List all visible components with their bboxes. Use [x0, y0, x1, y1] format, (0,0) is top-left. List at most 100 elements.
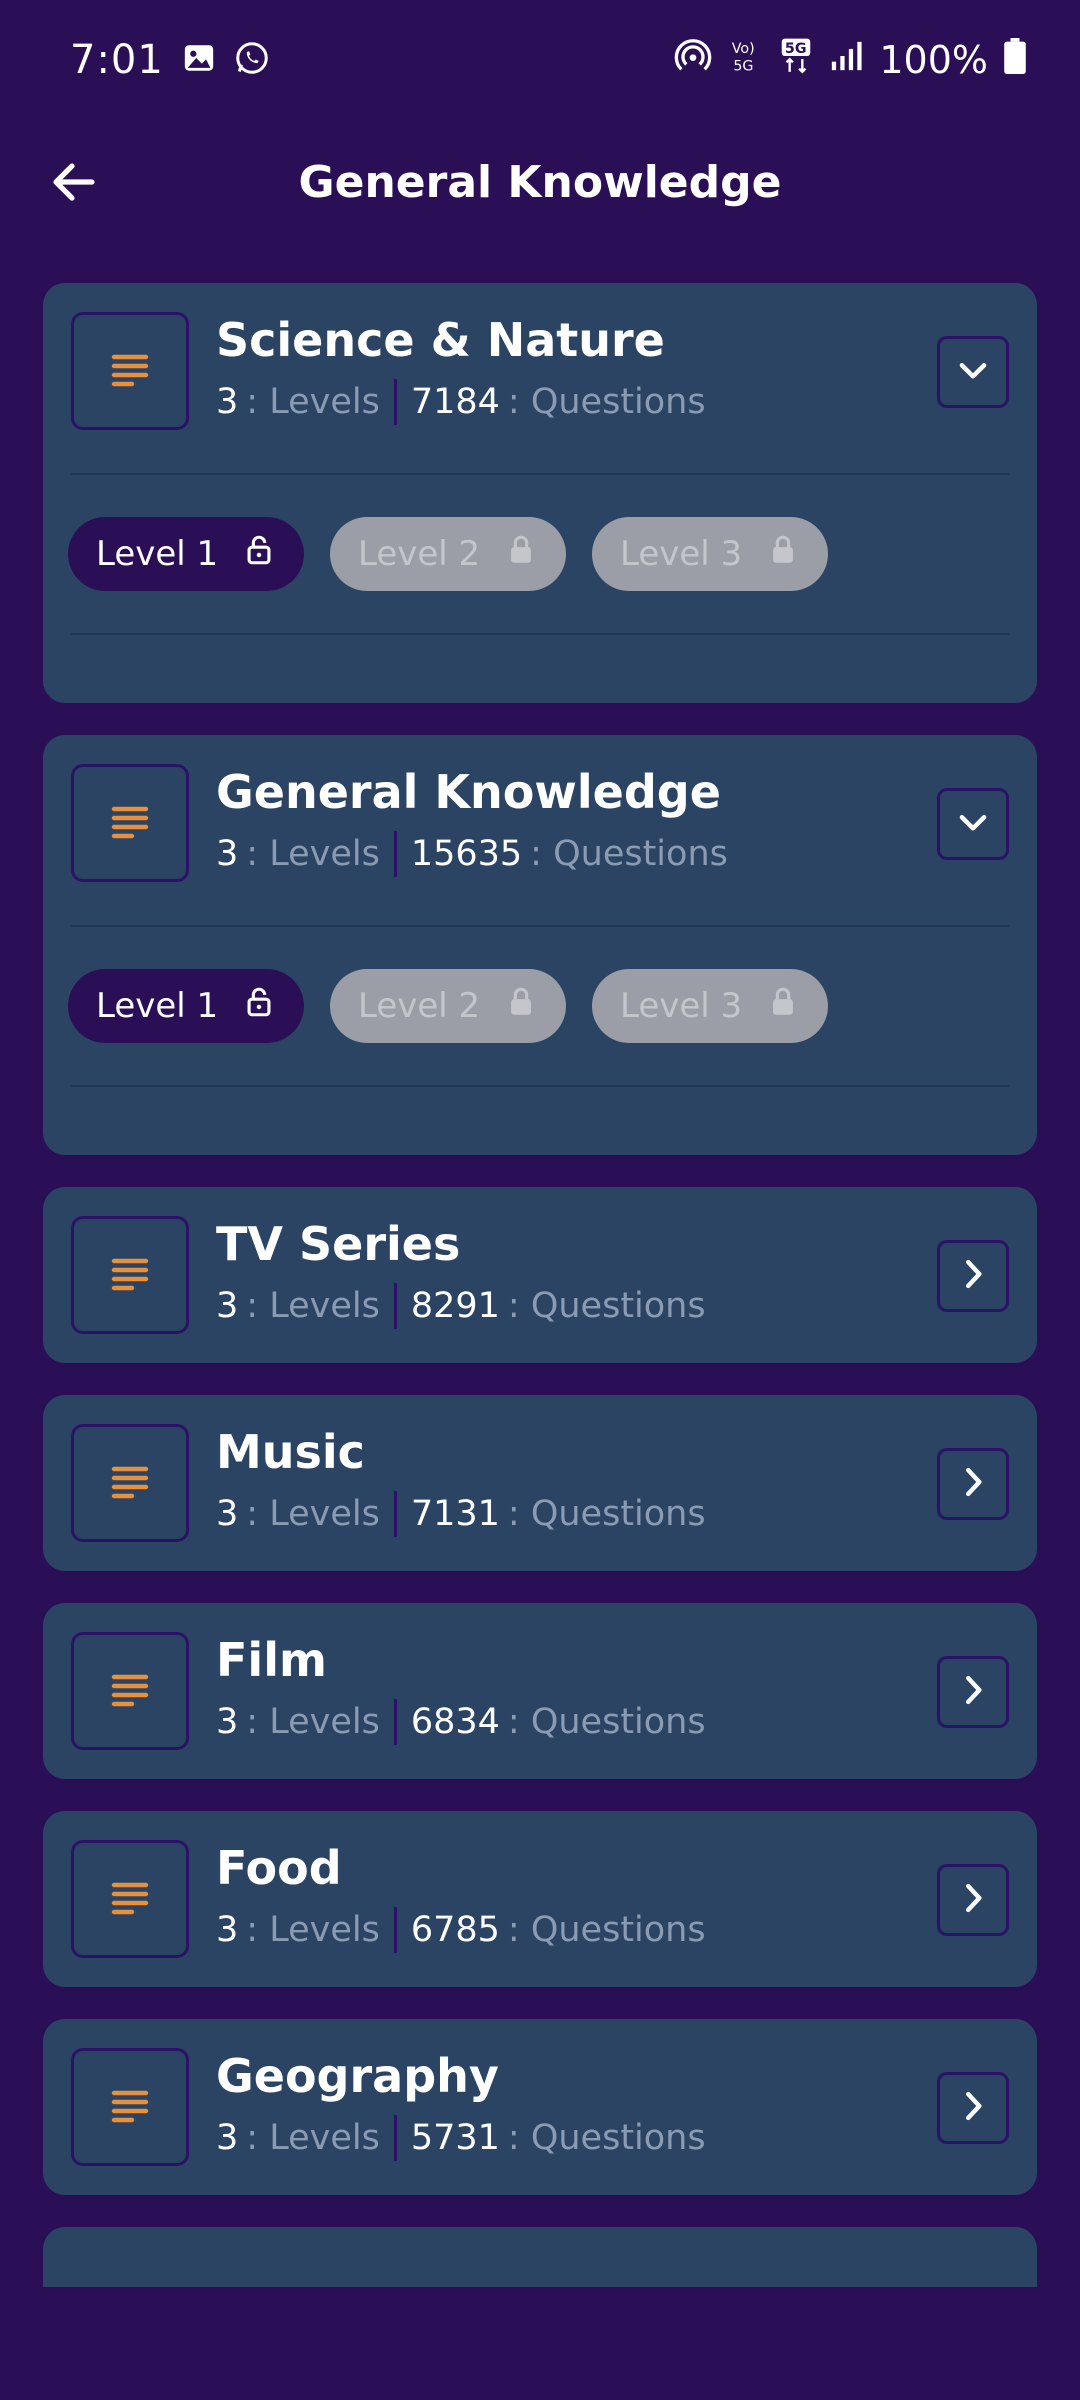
levels-label: : Levels	[246, 1494, 380, 1534]
open-category-button[interactable]	[937, 1448, 1009, 1520]
category-title: TV Series	[216, 1217, 461, 1271]
list-icon	[71, 1632, 189, 1750]
levels-label: : Levels	[246, 2118, 380, 2158]
level-label: Level 3	[620, 986, 743, 1026]
category-card[interactable]: TV Series 3: Levels 8291: Questions	[43, 1187, 1037, 1363]
level-label: Level 1	[96, 534, 219, 574]
list-icon	[71, 312, 189, 430]
chevron-right-icon	[954, 1255, 992, 1297]
category-title: General Knowledge	[216, 765, 721, 819]
category-title: Geography	[216, 2049, 499, 2103]
questions-label: : Questions	[507, 1286, 706, 1326]
open-category-button[interactable]	[937, 1240, 1009, 1312]
meta-separator	[393, 379, 397, 425]
questions-label: : Questions	[507, 2118, 706, 2158]
category-meta: 3: Levels 15635: Questions	[216, 831, 728, 877]
hotspot-icon	[673, 36, 713, 85]
questions-label: : Questions	[530, 834, 728, 874]
divider	[71, 925, 1009, 927]
signal-icon	[829, 38, 863, 82]
open-category-button[interactable]	[937, 1864, 1009, 1936]
chevron-right-icon	[954, 1463, 992, 1505]
category-title: Food	[216, 1841, 342, 1895]
questions-count: 7184	[410, 382, 500, 422]
open-category-button[interactable]	[937, 1656, 1009, 1728]
status-bar: 7:01 Vo) 5G 5G 100%	[0, 0, 1080, 120]
level-label: Level 3	[620, 534, 743, 574]
questions-count: 5731	[410, 2118, 500, 2158]
levels-count: 3	[216, 834, 239, 874]
collapse-button[interactable]	[937, 336, 1009, 408]
battery-percent: 100%	[879, 38, 988, 82]
svg-text:5G: 5G	[734, 58, 754, 74]
lock-icon	[504, 985, 538, 1028]
lock-icon	[766, 533, 800, 576]
level-2-button[interactable]: Level 2	[330, 969, 566, 1043]
category-meta: 3: Levels 5731: Questions	[216, 2115, 706, 2161]
meta-separator	[393, 831, 397, 877]
level-1-button[interactable]: Level 1	[68, 517, 304, 591]
svg-text:5G: 5G	[785, 40, 807, 56]
level-1-button[interactable]: Level 1	[68, 969, 304, 1043]
list-icon	[71, 1840, 189, 1958]
chevron-right-icon	[954, 1879, 992, 1921]
volte-icon: Vo) 5G	[729, 37, 763, 84]
level-3-button[interactable]: Level 3	[592, 517, 828, 591]
level-2-button[interactable]: Level 2	[330, 517, 566, 591]
questions-label: : Questions	[507, 1494, 706, 1534]
category-card[interactable]: Film 3: Levels 6834: Questions	[43, 1603, 1037, 1779]
list-icon	[71, 764, 189, 882]
category-card[interactable]: General Knowledge 3: Levels 15635: Questio…	[43, 735, 1037, 1155]
back-button[interactable]	[46, 154, 102, 210]
chevron-down-icon	[954, 803, 992, 845]
questions-count: 6834	[410, 1702, 500, 1742]
whatsapp-icon	[234, 40, 270, 80]
level-label: Level 2	[358, 986, 481, 1026]
levels-count: 3	[216, 1286, 239, 1326]
questions-count: 8291	[410, 1286, 500, 1326]
category-meta: 3: Levels 6785: Questions	[216, 1907, 706, 1953]
category-card[interactable]: Food 3: Levels 6785: Questions	[43, 1811, 1037, 1987]
levels-count: 3	[216, 1702, 239, 1742]
category-meta: 3: Levels 6834: Questions	[216, 1699, 706, 1745]
level-label: Level 2	[358, 534, 481, 574]
meta-separator	[393, 1491, 397, 1537]
category-list: Science & Nature 3: Levels 7184: Questions…	[43, 283, 1037, 2287]
open-category-button[interactable]	[937, 2072, 1009, 2144]
levels-count: 3	[216, 2118, 239, 2158]
meta-separator	[393, 1283, 397, 1329]
list-icon	[71, 1424, 189, 1542]
category-card[interactable]: Music 3: Levels 7131: Questions	[43, 1395, 1037, 1571]
level-3-button[interactable]: Level 3	[592, 969, 828, 1043]
questions-label: : Questions	[507, 1702, 706, 1742]
level-label: Level 1	[96, 986, 219, 1026]
app-bar: General Knowledge	[0, 120, 1080, 245]
collapse-button[interactable]	[937, 788, 1009, 860]
list-icon	[71, 1216, 189, 1334]
divider	[71, 1085, 1009, 1087]
meta-separator	[393, 1699, 397, 1745]
questions-count: 7131	[410, 1494, 500, 1534]
divider	[71, 633, 1009, 635]
meta-separator	[393, 2115, 397, 2161]
list-icon	[71, 2048, 189, 2166]
levels-label: : Levels	[246, 834, 380, 874]
svg-text:Vo): Vo)	[732, 40, 755, 56]
category-title: Music	[216, 1425, 365, 1479]
chevron-right-icon	[954, 2087, 992, 2129]
category-meta: 3: Levels 8291: Questions	[216, 1283, 706, 1329]
page-title: General Knowledge	[298, 157, 782, 208]
level-list: Level 1 Level 2 Level 3	[68, 517, 828, 591]
category-card[interactable]: Geography 3: Levels 5731: Questions	[43, 2019, 1037, 2195]
unlock-icon	[242, 533, 276, 576]
category-meta: 3: Levels 7131: Questions	[216, 1491, 706, 1537]
levels-label: : Levels	[246, 1702, 380, 1742]
levels-count: 3	[216, 1910, 239, 1950]
questions-count: 6785	[410, 1910, 500, 1950]
levels-label: : Levels	[246, 1286, 380, 1326]
questions-count: 15635	[410, 834, 523, 874]
category-card[interactable]: Science & Nature 3: Levels 7184: Questions…	[43, 283, 1037, 703]
chevron-right-icon	[954, 1671, 992, 1713]
category-card-partial[interactable]	[43, 2227, 1037, 2287]
questions-label: : Questions	[507, 1910, 706, 1950]
